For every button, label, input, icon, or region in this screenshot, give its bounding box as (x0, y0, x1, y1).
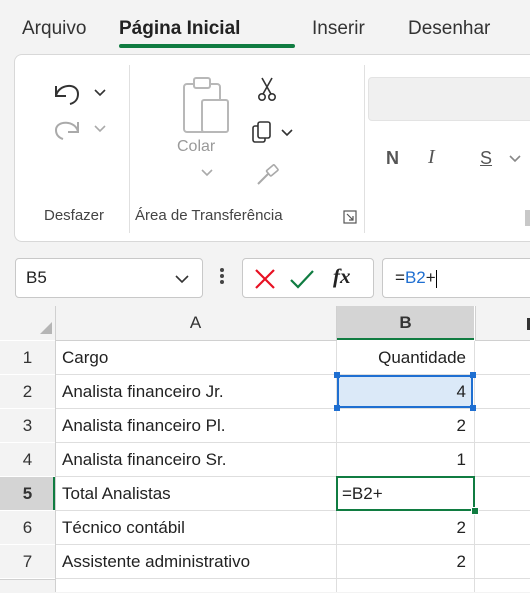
formula-actions: fx (242, 258, 374, 298)
cell-a1[interactable]: Cargo (62, 348, 108, 368)
active-tab-indicator (119, 44, 295, 48)
ribbon-tabs: Arquivo Página Inicial Inserir Desenhar (0, 0, 530, 50)
cell-b4[interactable]: 1 (342, 450, 466, 470)
font-group-label-cut (525, 210, 530, 226)
tab-pagina-inicial[interactable]: Página Inicial (119, 18, 240, 40)
row-header[interactable]: 3 (0, 409, 55, 442)
fill-handle[interactable] (471, 507, 479, 515)
gridline (55, 544, 530, 545)
row-header[interactable]: 2 (0, 375, 55, 408)
tab-arquivo[interactable]: Arquivo (22, 18, 86, 40)
formula-suffix: + (425, 268, 436, 287)
column-header-c[interactable] (475, 306, 530, 341)
tab-inserir[interactable]: Inserir (312, 18, 365, 40)
copy-dropdown-icon[interactable] (280, 126, 294, 138)
formula-text: =B2+ (395, 268, 437, 288)
paste-button[interactable]: Colar (177, 138, 215, 156)
column-header-a[interactable]: A (55, 306, 337, 341)
undo-dropdown-icon[interactable] (93, 86, 107, 98)
formula-reference: B2 (404, 268, 426, 287)
tab-desenhar[interactable]: Desenhar (408, 18, 490, 40)
gridline (474, 341, 475, 592)
row-header-active[interactable]: 5 (0, 477, 55, 510)
column-header-b[interactable]: B (337, 306, 474, 340)
redo-icon[interactable] (48, 112, 88, 146)
gridline (55, 306, 56, 592)
clipboard-launcher-icon[interactable] (343, 210, 357, 224)
enter-check-icon[interactable] (289, 267, 315, 291)
italic-button[interactable]: I (428, 146, 435, 169)
paste-dropdown-icon[interactable] (200, 166, 214, 178)
cancel-icon[interactable] (253, 267, 277, 291)
undo-group-label: Desfazer (44, 207, 105, 224)
redo-dropdown-icon (93, 122, 107, 134)
range-handle[interactable] (470, 372, 476, 378)
paste-icon[interactable] (178, 74, 234, 136)
cell-a4[interactable]: Analista financeiro Sr. (62, 450, 226, 470)
gridline (55, 442, 530, 443)
formula-bar-grip-icon[interactable] (218, 264, 226, 288)
cell-a7[interactable]: Assistente administrativo (62, 552, 250, 572)
range-handle[interactable] (334, 405, 340, 411)
gridline (55, 578, 530, 579)
cut-icon[interactable] (255, 76, 279, 102)
cell-b6[interactable]: 2 (342, 518, 466, 538)
cell-b3[interactable]: 2 (342, 416, 466, 436)
cell-a6[interactable]: Técnico contábil (62, 518, 185, 538)
cell-b1[interactable]: Quantidade (342, 348, 466, 368)
group-divider (129, 65, 130, 233)
underline-button[interactable]: S (480, 148, 492, 169)
cell-b5[interactable]: =B2+ (342, 484, 383, 504)
cell-b7[interactable]: 2 (342, 552, 466, 572)
gridline (55, 408, 530, 409)
undo-icon[interactable] (48, 76, 88, 110)
row-header[interactable] (0, 579, 55, 593)
copy-icon[interactable] (250, 120, 276, 146)
format-painter-icon (254, 164, 280, 188)
clipboard-group-label: Área de Transferência (135, 207, 283, 224)
cell-b2[interactable]: 4 (342, 382, 466, 402)
name-box[interactable]: B5 (15, 258, 203, 298)
cell-a5[interactable]: Total Analistas (62, 484, 171, 504)
range-handle[interactable] (470, 405, 476, 411)
row-header[interactable]: 7 (0, 545, 55, 578)
select-all-corner[interactable] (0, 306, 55, 340)
text-cursor (435, 269, 437, 288)
insert-function-button[interactable]: fx (333, 264, 351, 289)
cell-a2[interactable]: Analista financeiro Jr. (62, 382, 224, 402)
name-box-dropdown-icon[interactable] (174, 272, 190, 286)
formula-input[interactable]: =B2+ (382, 258, 530, 298)
row-header[interactable]: 1 (0, 341, 55, 374)
group-divider (364, 65, 365, 233)
bold-button[interactable]: N (386, 148, 399, 169)
row-header[interactable]: 6 (0, 511, 55, 544)
formula-prefix: = (395, 268, 405, 287)
spreadsheet-grid: A B 1 2 3 4 5 6 7 Cargo Analista finance… (0, 306, 530, 593)
font-name-box[interactable] (368, 77, 530, 121)
range-handle[interactable] (334, 372, 340, 378)
row-header[interactable]: 4 (0, 443, 55, 476)
underline-dropdown-icon[interactable] (508, 152, 522, 164)
cell-a3[interactable]: Analista financeiro Pl. (62, 416, 225, 436)
name-box-value: B5 (26, 268, 47, 287)
